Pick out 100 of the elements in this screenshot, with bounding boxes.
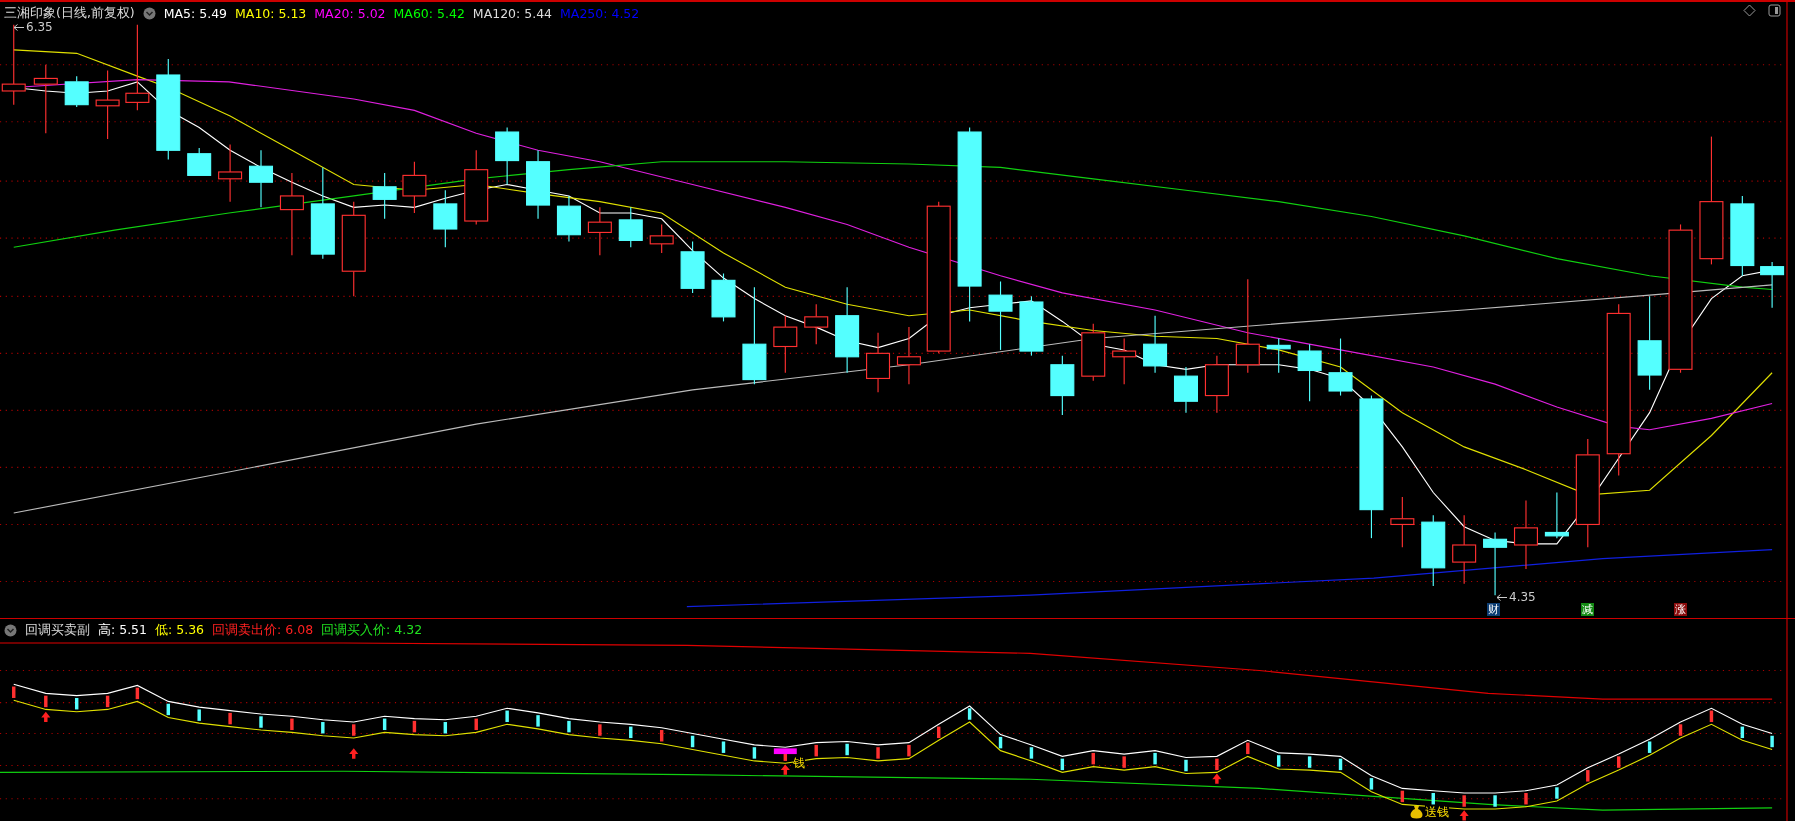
indicator-bar — [536, 715, 540, 727]
candlestick — [1452, 514, 1477, 585]
indicator-bar — [228, 712, 232, 725]
indicator-bar — [1091, 752, 1095, 765]
candlestick — [33, 64, 58, 134]
indicator-bar — [1770, 735, 1774, 748]
candlestick — [1081, 323, 1106, 382]
signal-tag: 涨 — [1673, 603, 1687, 616]
indicator-bar — [1617, 756, 1621, 768]
candlestick — [64, 75, 89, 108]
indicator-bar — [412, 720, 417, 733]
diamond-icon[interactable] — [1743, 4, 1756, 17]
signal-tag: 减 — [1580, 603, 1594, 616]
indicator-bar — [1060, 758, 1065, 771]
candlestick — [249, 149, 274, 208]
collapse-icon[interactable] — [142, 7, 156, 20]
candlestick — [1019, 295, 1044, 357]
indicator-bar — [629, 726, 633, 739]
indicator-value: MA20: 5.02 — [314, 6, 386, 21]
candlestick — [556, 195, 581, 243]
indicator-bar — [721, 741, 726, 753]
indicator-bar — [1493, 795, 1497, 807]
candlestick — [1112, 337, 1137, 385]
indicator-value: 低: 5.36 — [155, 622, 205, 639]
candlestick — [711, 272, 736, 322]
candlestick — [218, 144, 243, 203]
indicator-bar — [845, 743, 849, 756]
candlestick — [587, 206, 612, 256]
indicator-bar — [75, 698, 79, 710]
indicator-bar — [1246, 742, 1250, 755]
indicator-bar — [598, 724, 602, 736]
high-price-label: 6.35 — [26, 20, 53, 34]
sell-marker — [773, 748, 797, 755]
indicator-bar — [166, 703, 170, 716]
indicator-bar — [443, 722, 448, 734]
up-arrow-icon — [349, 748, 359, 759]
candlestick — [402, 161, 427, 214]
indicator-bar — [1586, 770, 1590, 782]
candlestick — [1483, 531, 1508, 596]
indicator-bar — [1122, 756, 1126, 768]
indicator-bar — [752, 747, 757, 759]
candlestick — [1297, 343, 1322, 402]
indicator-value: MA5: 5.49 — [163, 6, 228, 21]
panel-toggle-icon[interactable] — [1768, 4, 1781, 17]
indicator-bar — [1462, 795, 1466, 807]
buy-mark: 钱 — [793, 756, 805, 770]
candlestick — [1513, 499, 1538, 570]
candlestick — [433, 189, 458, 248]
low-price-label: 4.35 — [1509, 590, 1536, 604]
up-arrow-icon — [41, 711, 51, 722]
signal-tag: 财 — [1486, 603, 1500, 616]
indicator-bar — [44, 695, 48, 708]
indicator-value: MA60: 5.42 — [393, 6, 465, 21]
indicator-bar — [937, 726, 941, 739]
candlestick — [896, 326, 921, 385]
indicator-value: MA10: 5.13 — [235, 6, 307, 21]
indicator-bar — [1524, 793, 1528, 805]
indicator-bar — [1153, 752, 1157, 765]
indicator-value: 高: 5.51 — [98, 622, 148, 639]
candlestick — [187, 147, 212, 176]
candlestick — [1328, 337, 1353, 397]
candlestick — [1760, 261, 1785, 309]
indicator-bar — [1277, 755, 1281, 767]
indicator-bar — [12, 686, 16, 698]
indicator-bar — [967, 708, 972, 720]
indicator-bar — [1338, 758, 1343, 771]
indicator-bar — [382, 718, 387, 731]
indicator-bar — [1215, 758, 1219, 771]
candlestick — [372, 172, 397, 220]
candlestick — [804, 303, 829, 345]
indicator-bar — [1400, 790, 1405, 803]
candlestick — [773, 315, 798, 374]
indicator-bar — [321, 722, 325, 734]
candlestick — [988, 280, 1013, 351]
indicator-bar — [1431, 793, 1435, 805]
bonus-mark: 送钱 — [1425, 805, 1449, 819]
candlestick — [1050, 355, 1075, 416]
candlestick — [680, 241, 705, 294]
chart-title: 回调买卖副 — [25, 622, 90, 639]
candlestick — [649, 223, 674, 254]
indicator-bar — [105, 695, 110, 708]
left-arrow-icon — [1497, 593, 1507, 601]
candlestick — [1266, 337, 1291, 374]
candlestick — [95, 69, 120, 140]
indicator-value: MA120: 5.44 — [472, 6, 553, 21]
indicator-bar — [907, 744, 911, 757]
indicator-bar — [1678, 724, 1683, 736]
indicator-bar — [690, 735, 695, 748]
indicator-value: MA250: 4.52 — [560, 6, 640, 21]
candlestick — [618, 206, 643, 248]
money-bag-icon — [1410, 805, 1423, 819]
indicator-bar — [259, 716, 263, 728]
indicator-bar — [352, 724, 356, 736]
indicator-bar — [659, 730, 664, 742]
collapse-icon[interactable] — [4, 624, 17, 637]
indicator-bar — [1555, 787, 1559, 799]
up-arrow-icon — [1212, 773, 1222, 784]
indicator-bar — [876, 747, 880, 759]
indicator-bar — [1307, 756, 1312, 768]
indicator-bar — [814, 744, 818, 757]
